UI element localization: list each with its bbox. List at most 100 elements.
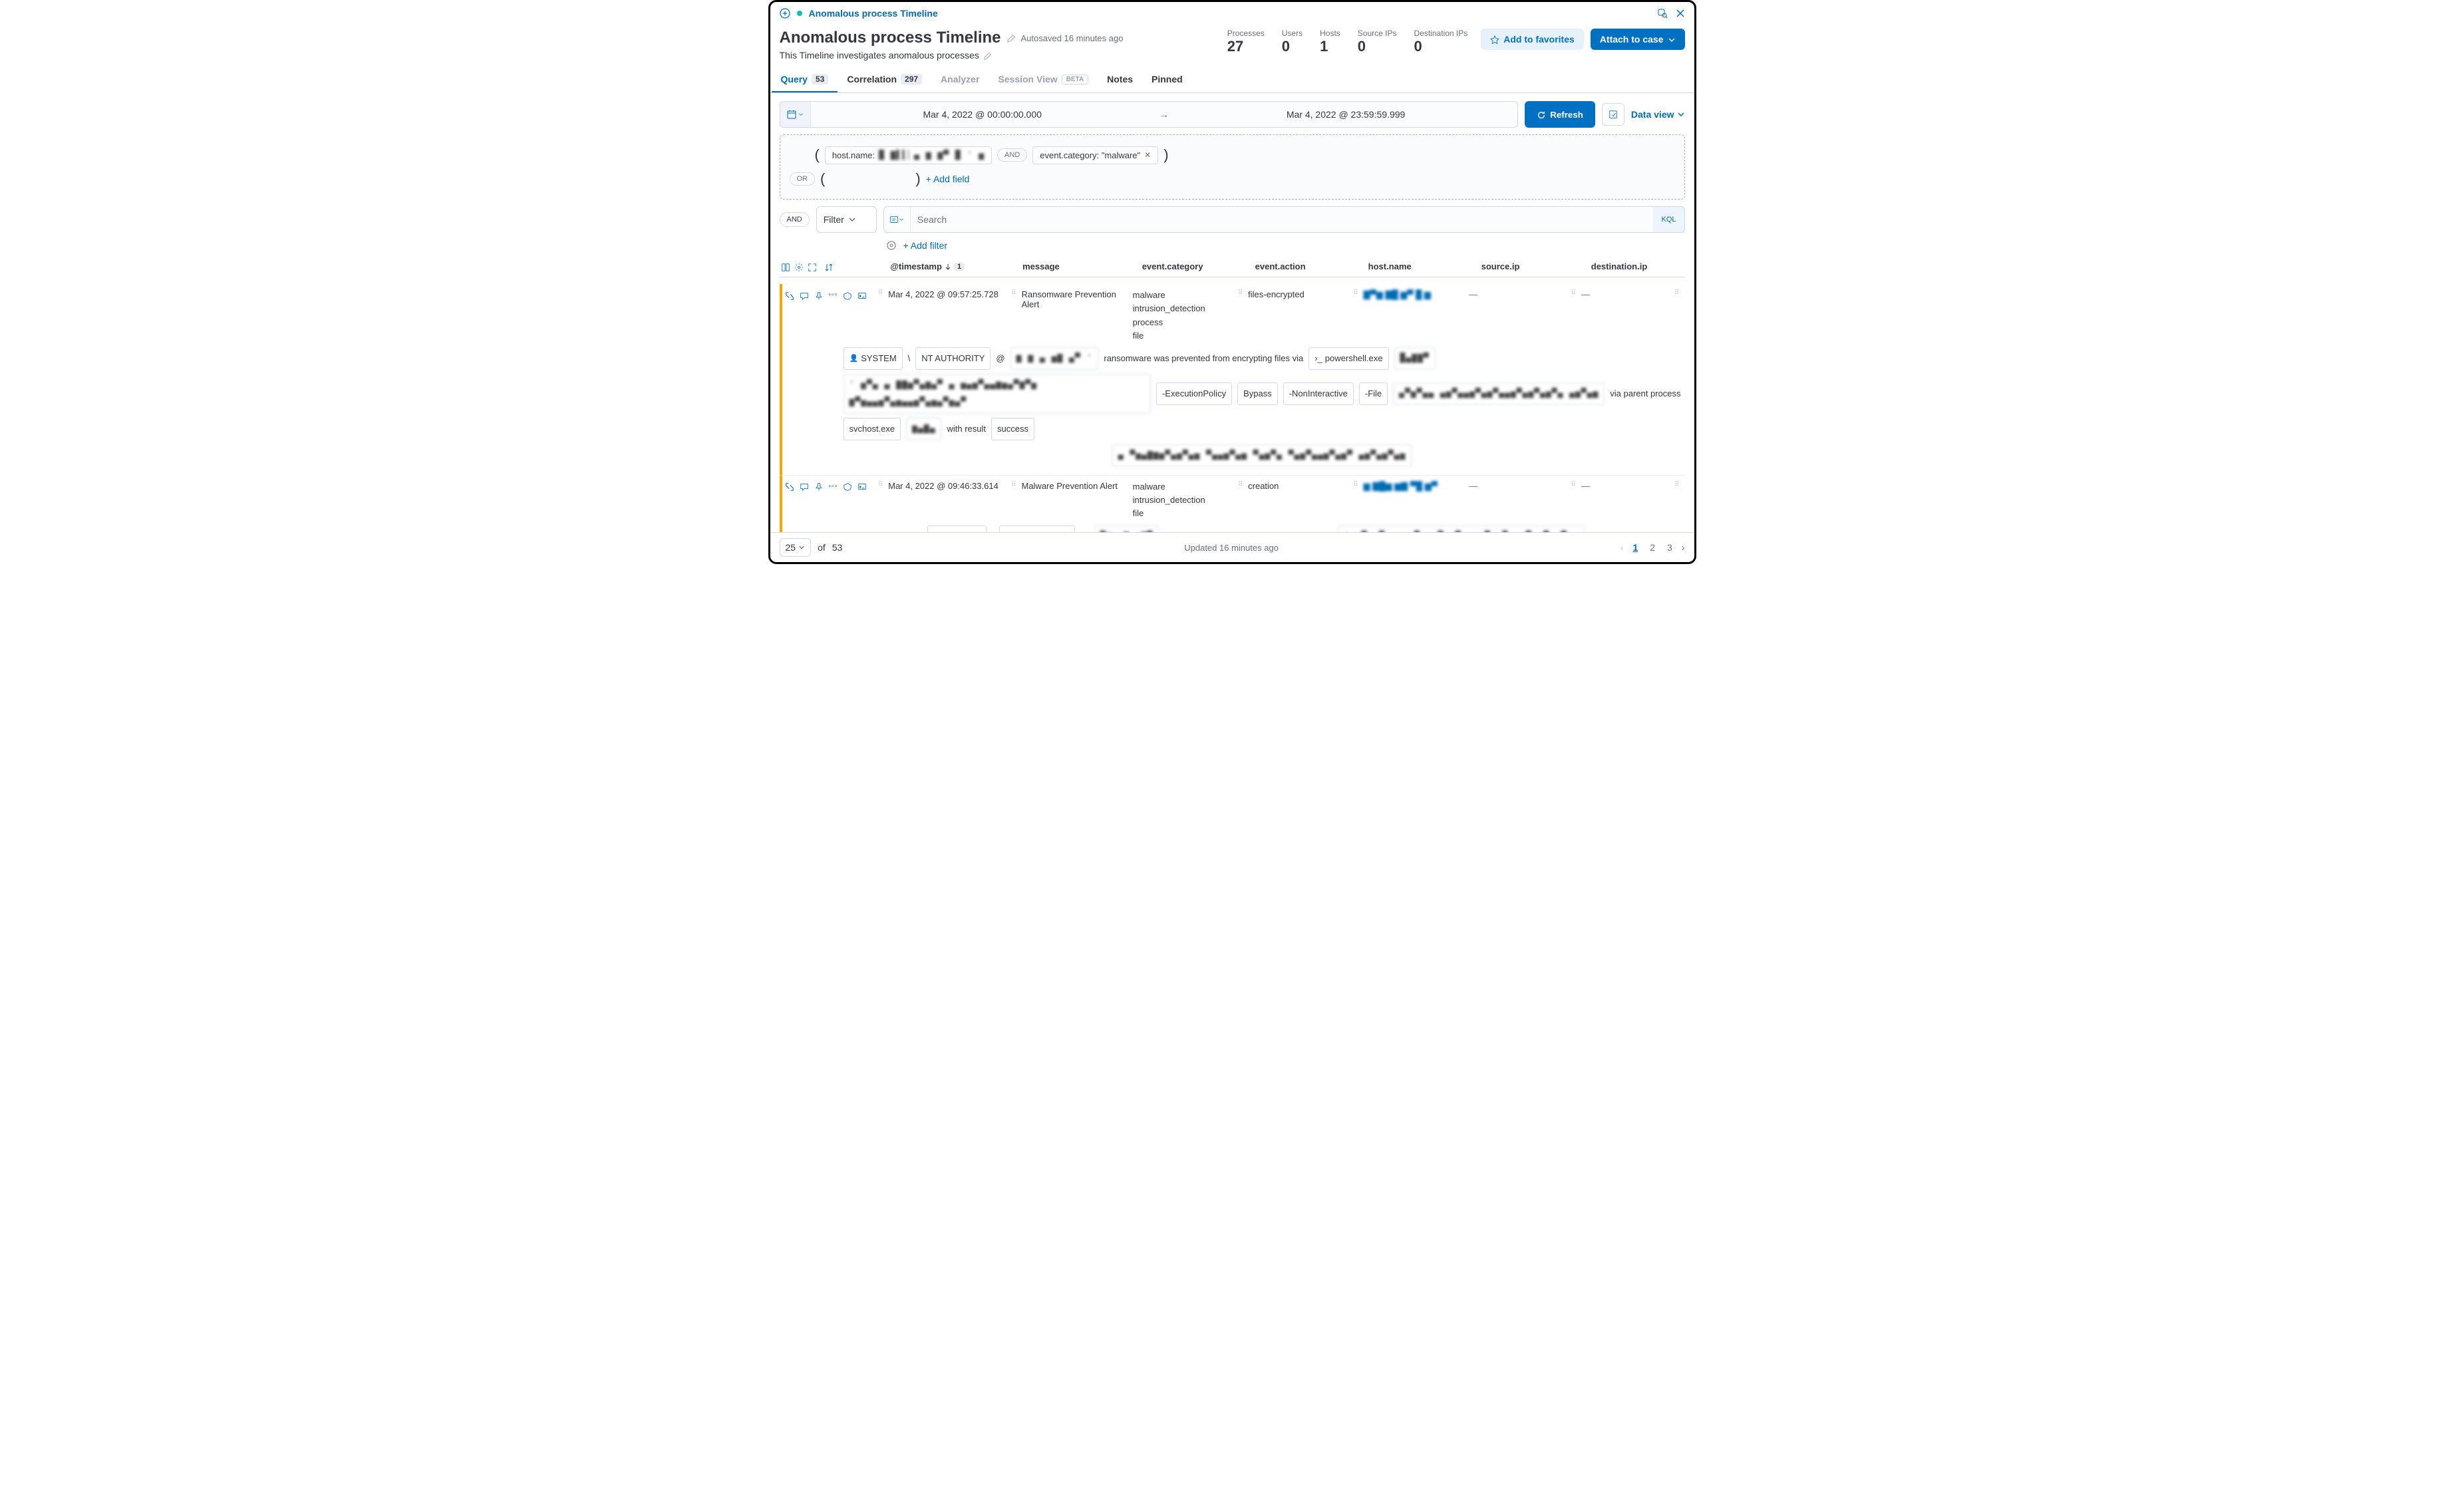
chip-hash[interactable]: ▄ ▀▅▄▇▆▅▀▄▅▀▄▅ ▀▄▄▅▀▄▅ ▀▄▅▀▄ ▀▄▅▀▄▄▅▀▄▅▀…	[1112, 444, 1412, 467]
chip-args[interactable]: ' ▅▀▄ ▄ ▇▇▅▀▄▆▄▀ ▄ ▅▄▅▀▄▄▆▅▄▀▆▀▅ ▆▀▅▄▄▅▀…	[844, 374, 1151, 414]
expand-icon[interactable]	[785, 289, 794, 300]
edit-title-icon[interactable]	[1006, 33, 1016, 43]
prev-page-button[interactable]: ‹	[1620, 542, 1624, 553]
filter-settings-icon[interactable]	[886, 239, 897, 251]
chip-file[interactable]: '▄▅▀▄▅▀▄▄ ▄▅▀▄▄▅▀▄▅▀▄ ▄▅▀▄▅▀▄▄▅▀▄▅▀▄ ▀▄▄	[1338, 526, 1585, 532]
tab-correlation[interactable]: Correlation297	[838, 67, 931, 92]
chip-user[interactable]: 👤SYSTEM	[844, 347, 903, 370]
data-view-selector[interactable]: Data view	[1631, 109, 1685, 120]
date-from[interactable]: Mar 4, 2022 @ 00:00:00.000	[811, 109, 1154, 120]
date-range-picker[interactable]: Mar 4, 2022 @ 00:00:00.000 → Mar 4, 2022…	[780, 101, 1519, 128]
drag-handle-icon[interactable]: ⠿	[1238, 481, 1244, 488]
add-field-button[interactable]: + Add field	[926, 174, 970, 184]
column-header-timestamp[interactable]: @timestamp 1	[887, 260, 1016, 273]
chip-flag[interactable]: -File	[1359, 382, 1388, 405]
tab-query[interactable]: Query53	[772, 67, 838, 92]
pin-icon[interactable]	[814, 481, 824, 492]
calendar-icon[interactable]	[780, 102, 811, 127]
notes-icon[interactable]	[800, 481, 809, 492]
page-number[interactable]: 3	[1664, 541, 1675, 554]
cell-timestamp: Mar 4, 2022 @ 09:46:33.614	[888, 481, 1007, 491]
drag-handle-icon[interactable]: ⠿	[1571, 289, 1577, 297]
filter-pill-hostname[interactable]: host.name: █ ▇▌▍▏▄ ▆ ▆▀ █ ' ▅	[825, 146, 992, 164]
chip-domain[interactable]: NT AUTHORITY	[915, 347, 991, 370]
column-header-hostname[interactable]: host.name	[1366, 260, 1475, 273]
drag-handle-icon[interactable]: ⠿	[878, 289, 884, 297]
tab-session-view[interactable]: Session ViewBETA	[989, 67, 1098, 92]
drag-handle-icon[interactable]: ⠿	[1011, 481, 1017, 488]
analyzer-icon[interactable]	[843, 481, 852, 492]
filter-pill-category[interactable]: event.category: "malware" ✕	[1032, 146, 1158, 164]
tab-pinned[interactable]: Pinned	[1142, 67, 1192, 92]
sort-icon[interactable]	[825, 261, 833, 272]
notes-icon[interactable]	[800, 289, 809, 300]
chip-domain[interactable]: NT AUTHORITY	[999, 526, 1074, 532]
search-box[interactable]: KQL	[883, 206, 1685, 233]
cell-hostname[interactable]: ▆ ▇█▆ ▆▇ ▀█ ▆▀	[1364, 481, 1465, 492]
chip-process[interactable]: ›_powershell.exe	[1309, 347, 1388, 370]
page-number[interactable]: 1	[1630, 541, 1640, 554]
column-header-sourceip[interactable]: source.ip	[1479, 260, 1585, 273]
column-header-destip[interactable]: destination.ip	[1589, 260, 1685, 273]
new-timeline-icon[interactable]	[780, 7, 790, 19]
chip-flag[interactable]: -NonInteractive	[1283, 382, 1354, 405]
drag-handle-icon[interactable]: ⠿	[1571, 481, 1577, 488]
query-dropzone[interactable]: ( host.name: █ ▇▌▍▏▄ ▆ ▆▀ █ ' ▅ AND even…	[780, 134, 1685, 200]
add-to-favorites-button[interactable]: Add to favorites	[1481, 29, 1584, 50]
expand-icon[interactable]	[785, 481, 794, 492]
timeline-name-link[interactable]: Anomalous process Timeline	[809, 8, 938, 19]
chip-host[interactable]: ▆ ▆ ▄ ▅▇ ▄▀ '	[1010, 347, 1099, 370]
date-to[interactable]: Mar 4, 2022 @ 23:59:59.999	[1174, 109, 1517, 120]
chip-ppid[interactable]: ▆▄▇▄	[906, 418, 941, 440]
and-operator[interactable]: AND	[997, 148, 1027, 162]
cell-category: malware intrusion_detection file	[1133, 481, 1234, 520]
drag-handle-icon[interactable]: ⠿	[878, 481, 884, 488]
close-icon[interactable]	[1676, 7, 1685, 19]
column-header-category[interactable]: event.category	[1140, 260, 1249, 273]
drag-handle-icon[interactable]: ⠿	[1353, 289, 1359, 297]
cell-hostname[interactable]: ▇▀▆ ▇█ ▆▀ █ ▆	[1364, 289, 1465, 300]
more-actions-icon[interactable]: ▫▫▫	[829, 483, 838, 490]
status-dot-icon	[797, 11, 802, 16]
remove-filter-icon[interactable]: ✕	[1144, 150, 1151, 160]
column-header-action[interactable]: event.action	[1253, 260, 1362, 273]
query-language-toggle[interactable]	[884, 207, 911, 232]
chip-result[interactable]: success	[991, 418, 1034, 440]
filter-dropdown[interactable]: Filter	[816, 206, 877, 233]
session-icon[interactable]	[857, 289, 867, 300]
drag-handle-icon[interactable]: ⠿	[1238, 289, 1244, 297]
pin-icon[interactable]	[814, 289, 824, 300]
edit-description-icon[interactable]	[983, 50, 992, 61]
add-filter-button[interactable]: + Add filter	[903, 240, 948, 251]
refresh-button[interactable]: Refresh	[1525, 101, 1595, 128]
next-page-button[interactable]: ›	[1682, 542, 1685, 553]
fields-browser-icon[interactable]	[781, 261, 790, 272]
drag-handle-icon[interactable]: ⠿	[1674, 289, 1680, 297]
column-header-message[interactable]: message	[1020, 260, 1136, 273]
tab-analyzer[interactable]: Analyzer	[931, 67, 989, 92]
more-actions-icon[interactable]: ▫▫▫	[829, 291, 838, 299]
page-number[interactable]: 2	[1647, 541, 1658, 554]
drag-handle-icon[interactable]: ⠿	[1674, 481, 1680, 488]
or-operator[interactable]: OR	[790, 172, 816, 186]
chip-flag[interactable]: -ExecutionPolicy	[1156, 382, 1232, 405]
save-query-button[interactable]	[1602, 103, 1624, 126]
chip-parent-process[interactable]: svchost.exe	[844, 418, 901, 440]
session-icon[interactable]	[857, 481, 867, 492]
page-size-selector[interactable]: 25	[780, 538, 812, 557]
drag-handle-icon[interactable]: ⠿	[1353, 481, 1359, 488]
attach-to-case-button[interactable]: Attach to case	[1591, 29, 1685, 50]
chip-host[interactable]: ▀▆ ▄▇ ▅▇▀	[1094, 526, 1159, 532]
kql-badge[interactable]: KQL	[1653, 207, 1684, 232]
drag-handle-icon[interactable]: ⠿	[1011, 289, 1017, 297]
chip-pid[interactable]: █▄▇▇▀	[1394, 347, 1436, 370]
fullscreen-icon[interactable]	[808, 261, 817, 272]
tab-notes[interactable]: Notes	[1098, 67, 1142, 92]
analyzer-icon[interactable]	[843, 289, 852, 300]
chip-flag[interactable]: Bypass	[1237, 382, 1278, 405]
chip-user[interactable]: 👤SYSTEM	[927, 526, 987, 532]
settings-gear-icon[interactable]	[794, 261, 804, 272]
chip-file[interactable]: ▄▀▅▀▄▄ ▄▅▀▄▄▅▀▄▅▀▄▄▅▀▄▅▀▄▅▀▄ ▄▅▀▄▅	[1393, 382, 1605, 405]
search-input[interactable]	[911, 214, 1654, 225]
inspect-icon[interactable]	[1657, 7, 1668, 19]
